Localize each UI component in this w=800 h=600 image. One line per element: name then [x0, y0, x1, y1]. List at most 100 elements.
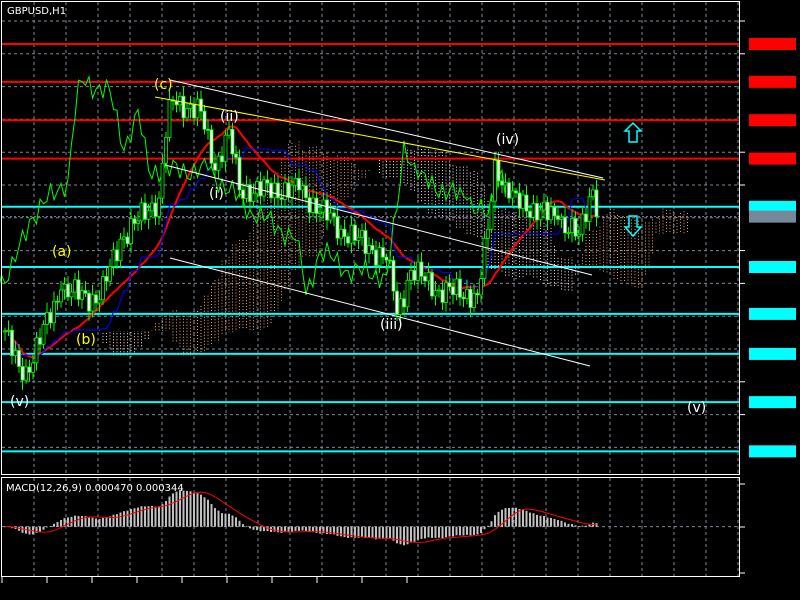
- candle: [293, 173, 298, 192]
- candle-body: [367, 245, 371, 254]
- arrow-up-icon[interactable]: [623, 121, 643, 143]
- candle-body: [27, 366, 32, 373]
- candle-body: [167, 99, 172, 138]
- candle: [528, 204, 532, 228]
- macd-bar: [242, 524, 244, 527]
- macd-bar: [175, 491, 178, 527]
- candle: [563, 207, 567, 242]
- candle: [332, 207, 336, 227]
- macd-bar: [130, 509, 132, 527]
- candle: [346, 232, 350, 248]
- candle-body: [195, 98, 200, 119]
- candle-body: [423, 276, 427, 282]
- candle-body: [395, 290, 399, 315]
- candle-body: [514, 190, 518, 194]
- candle-body: [290, 184, 294, 198]
- candle-body: [335, 216, 340, 239]
- price-axis[interactable]: [740, 20, 796, 574]
- macd-bar: [301, 526, 304, 531]
- candle: [185, 102, 189, 122]
- wave-label-a: (a): [52, 244, 72, 260]
- candle-body: [437, 289, 441, 292]
- candle: [157, 191, 161, 225]
- candle-body: [132, 218, 137, 224]
- macd-bar: [21, 526, 24, 533]
- macd-bar: [389, 526, 391, 539]
- candle: [108, 258, 112, 287]
- macd-bar: [140, 506, 143, 527]
- candle: [48, 308, 53, 329]
- candle-body: [528, 210, 532, 218]
- candle: [587, 187, 592, 232]
- macd-bar: [221, 513, 223, 527]
- macd-bar: [438, 526, 440, 538]
- candle-body: [549, 206, 553, 221]
- macd-bar: [161, 504, 164, 527]
- macd-bar: [172, 493, 174, 527]
- candle-body: [447, 282, 452, 288]
- level-tag: [749, 37, 796, 50]
- wave-label-v: (v): [10, 394, 29, 410]
- candle-body: [265, 179, 270, 184]
- candle: [440, 280, 445, 310]
- candle: [304, 175, 308, 203]
- candle-body: [157, 197, 161, 217]
- time-axis[interactable]: [1, 577, 408, 583]
- candle-body: [353, 224, 357, 241]
- trading-chart[interactable]: (c) (ii) (i) (iv) (a) (b) (iii) (v) (v) …: [0, 0, 800, 600]
- candle-body: [45, 312, 49, 325]
- candle: [136, 211, 140, 232]
- candle-body: [307, 197, 312, 213]
- candle: [367, 237, 371, 264]
- candle-body: [552, 206, 557, 217]
- candle-body: [482, 237, 487, 280]
- candle-body: [220, 155, 224, 163]
- candle: [202, 104, 207, 135]
- candle: [391, 255, 396, 301]
- wave-label-i: (i): [209, 186, 224, 202]
- candle-body: [398, 298, 403, 315]
- candle-body: [349, 224, 354, 244]
- candle-body: [363, 230, 368, 254]
- candle: [423, 271, 427, 288]
- macd-bar: [396, 526, 398, 544]
- candle-body: [262, 179, 266, 197]
- candle-body: [59, 289, 63, 303]
- macd-bar: [105, 517, 108, 527]
- candle-body: [122, 236, 126, 240]
- macd-bar: [371, 526, 374, 539]
- candle: [433, 280, 438, 306]
- candle: [342, 219, 347, 246]
- macd-bar: [112, 514, 115, 527]
- candle-body: [433, 290, 438, 297]
- candle-body: [178, 95, 182, 106]
- macd-bar: [119, 512, 122, 527]
- candle: [356, 228, 361, 249]
- candle: [272, 174, 277, 208]
- level-tag: [749, 396, 796, 409]
- candle-body: [55, 300, 60, 303]
- macd-bar: [511, 507, 514, 527]
- candle-body: [76, 279, 81, 300]
- candle: [363, 222, 368, 260]
- candle: [111, 242, 116, 276]
- macd-bar: [427, 526, 430, 538]
- candle: [122, 227, 126, 249]
- candle-body: [566, 232, 571, 235]
- candle-body: [24, 366, 28, 381]
- candle: [591, 184, 595, 201]
- macd-bar: [525, 510, 528, 527]
- candle-body: [314, 197, 319, 214]
- candle: [24, 359, 28, 384]
- candle-body: [591, 189, 595, 198]
- candle-body: [129, 218, 133, 245]
- candle: [76, 270, 81, 307]
- macd-bar: [102, 518, 104, 527]
- candle: [258, 171, 263, 205]
- candle-body: [594, 189, 599, 218]
- candle-body: [573, 218, 578, 237]
- candle: [209, 124, 214, 169]
- candle: [447, 274, 452, 292]
- candle: [101, 270, 105, 305]
- level-tag: [749, 114, 796, 127]
